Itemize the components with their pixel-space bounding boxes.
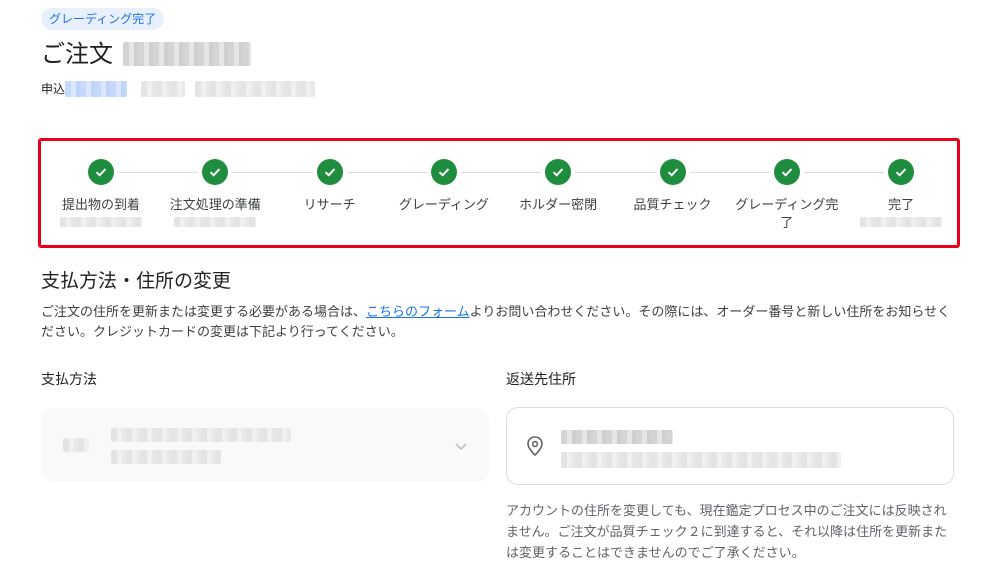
check-icon — [202, 159, 229, 185]
card-expiry-redacted — [111, 450, 221, 464]
progress-step-label: 提出物の到着 — [61, 198, 140, 213]
check-icon — [888, 159, 915, 185]
chevron-down-icon[interactable] — [453, 438, 469, 454]
applied-label: 申込 — [41, 82, 66, 96]
progress-step: ホルダー密閉 — [501, 159, 615, 215]
check-icon — [430, 159, 457, 185]
check-icon — [88, 159, 114, 185]
contact-form-link[interactable]: こちらのフォーム — [366, 305, 470, 320]
progress-step: グレーディング完了 — [730, 159, 844, 233]
progress-step: リサーチ — [273, 159, 387, 215]
status-badge: グレーディング完了 — [41, 8, 165, 30]
progress-step-label: ホルダー密閉 — [519, 198, 598, 213]
applied-row: 申込 — [41, 80, 316, 97]
applied-time-redacted — [195, 80, 316, 97]
check-icon — [316, 159, 343, 185]
check-icon — [773, 159, 800, 185]
progress-tracker: 提出物の到着 注文処理の準備 リサーチ グレーディング ホルダー密閉 品質チェック グレーデ… — [38, 138, 960, 248]
address-line-redacted — [561, 452, 841, 468]
payment-method-select[interactable] — [41, 408, 489, 482]
desc-before: ご注文の住所を更新または変更する必要がある場合は、 — [41, 305, 367, 320]
progress-step-label: グレーディング — [398, 198, 489, 213]
progress-step: 品質チェック — [616, 159, 730, 215]
progress-step-label: グレーディング完了 — [735, 198, 839, 231]
section-title: 支払方法・住所の変更 — [41, 270, 232, 292]
progress-step: グレーディング — [387, 159, 501, 215]
progress-step-label: 完了 — [888, 198, 915, 213]
card-name-redacted — [111, 428, 291, 442]
progress-step-label: リサーチ — [303, 198, 356, 213]
progress-step-label: 品質チェック — [633, 198, 712, 213]
progress-step-date-redacted — [60, 217, 142, 227]
check-icon — [659, 159, 686, 185]
applied-link-redacted[interactable] — [65, 80, 128, 97]
recipient-name-redacted — [561, 430, 673, 444]
payment-method-label: 支払方法 — [41, 372, 97, 388]
location-pin-icon — [527, 436, 543, 457]
page-title: ご注文 — [41, 38, 251, 70]
progress-step-date-redacted — [174, 217, 257, 227]
progress-step-date-redacted — [860, 217, 943, 227]
address-change-note: アカウントの住所を変更しても、現在鑑定プロセス中のご注文には反映されません。ご注… — [506, 504, 948, 561]
progress-step-label: 注文処理の準備 — [169, 198, 261, 213]
card-brand-icon — [63, 438, 89, 452]
section-description: ご注文の住所を更新または変更する必要がある場合は、こちらのフォームよりお問い合わ… — [41, 303, 951, 343]
shipping-address-label: 返送先住所 — [506, 372, 576, 388]
order-title-prefix: ご注文 — [41, 40, 113, 68]
progress-step: 提出物の到着 — [44, 159, 158, 227]
order-number-redacted — [123, 42, 251, 66]
progress-step: 注文処理の準備 — [158, 159, 272, 227]
applied-date-redacted — [141, 80, 186, 97]
shipping-address-card[interactable] — [506, 407, 954, 485]
check-icon — [545, 159, 572, 185]
progress-step: 完了 — [844, 159, 958, 227]
